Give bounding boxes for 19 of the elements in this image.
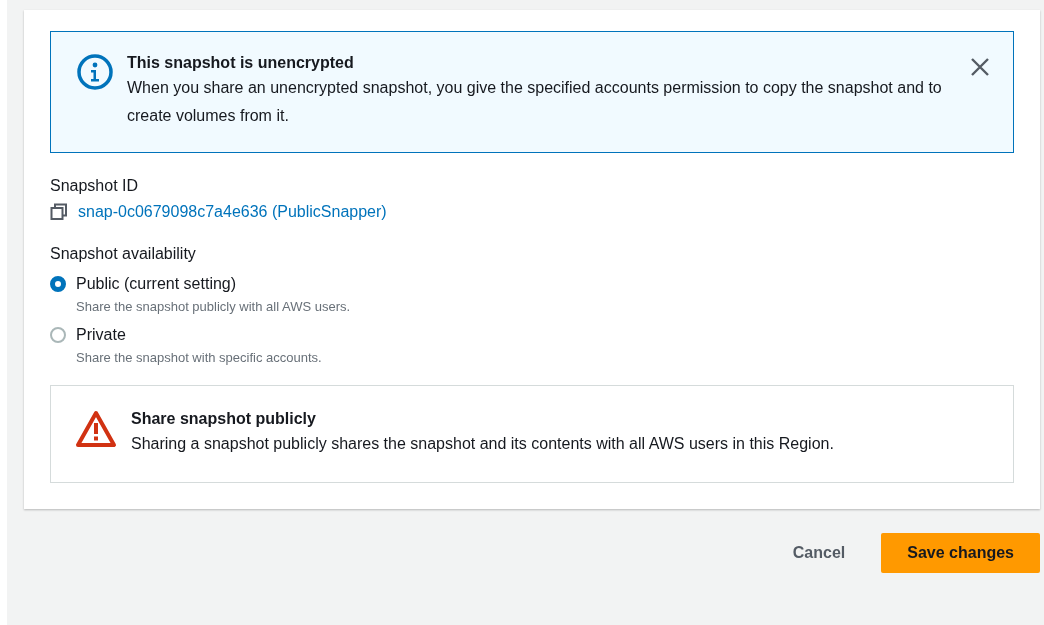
copy-icon[interactable] <box>50 203 68 221</box>
option-description: Share the snapshot publicly with all AWS users. <box>76 299 351 314</box>
info-icon <box>77 54 113 90</box>
save-button[interactable]: Save changes <box>881 533 1040 573</box>
option-label: Private <box>76 326 127 344</box>
option-label: Public (current setting) <box>76 275 238 293</box>
warning-icon <box>75 410 117 448</box>
alert-title: Share snapshot publicly <box>131 410 317 428</box>
option-description: Share the snapshot with specific accounts. <box>76 350 322 365</box>
field-label: Snapshot availability <box>50 245 197 263</box>
radio-button[interactable] <box>50 327 66 343</box>
alert-message: Sharing a snapshot publicly shares the snapshot and its contents with all AWS users in this Region. <box>131 434 835 454</box>
alert-message: When you share an unencrypted snapshot, you give the specified accounts permission to copy the snapshot and to create volumes from it. <box>127 78 943 126</box>
alert-title: This snapshot is unencrypted <box>127 54 355 72</box>
cancel-button[interactable]: Cancel <box>776 534 862 572</box>
close-button[interactable] <box>969 56 991 78</box>
field-label: Snapshot ID <box>50 177 140 195</box>
radio-button[interactable] <box>50 276 66 292</box>
snapshot-link[interactable]: snap-0c0679098c7a4e636 (PublicSnapper) <box>78 203 387 221</box>
